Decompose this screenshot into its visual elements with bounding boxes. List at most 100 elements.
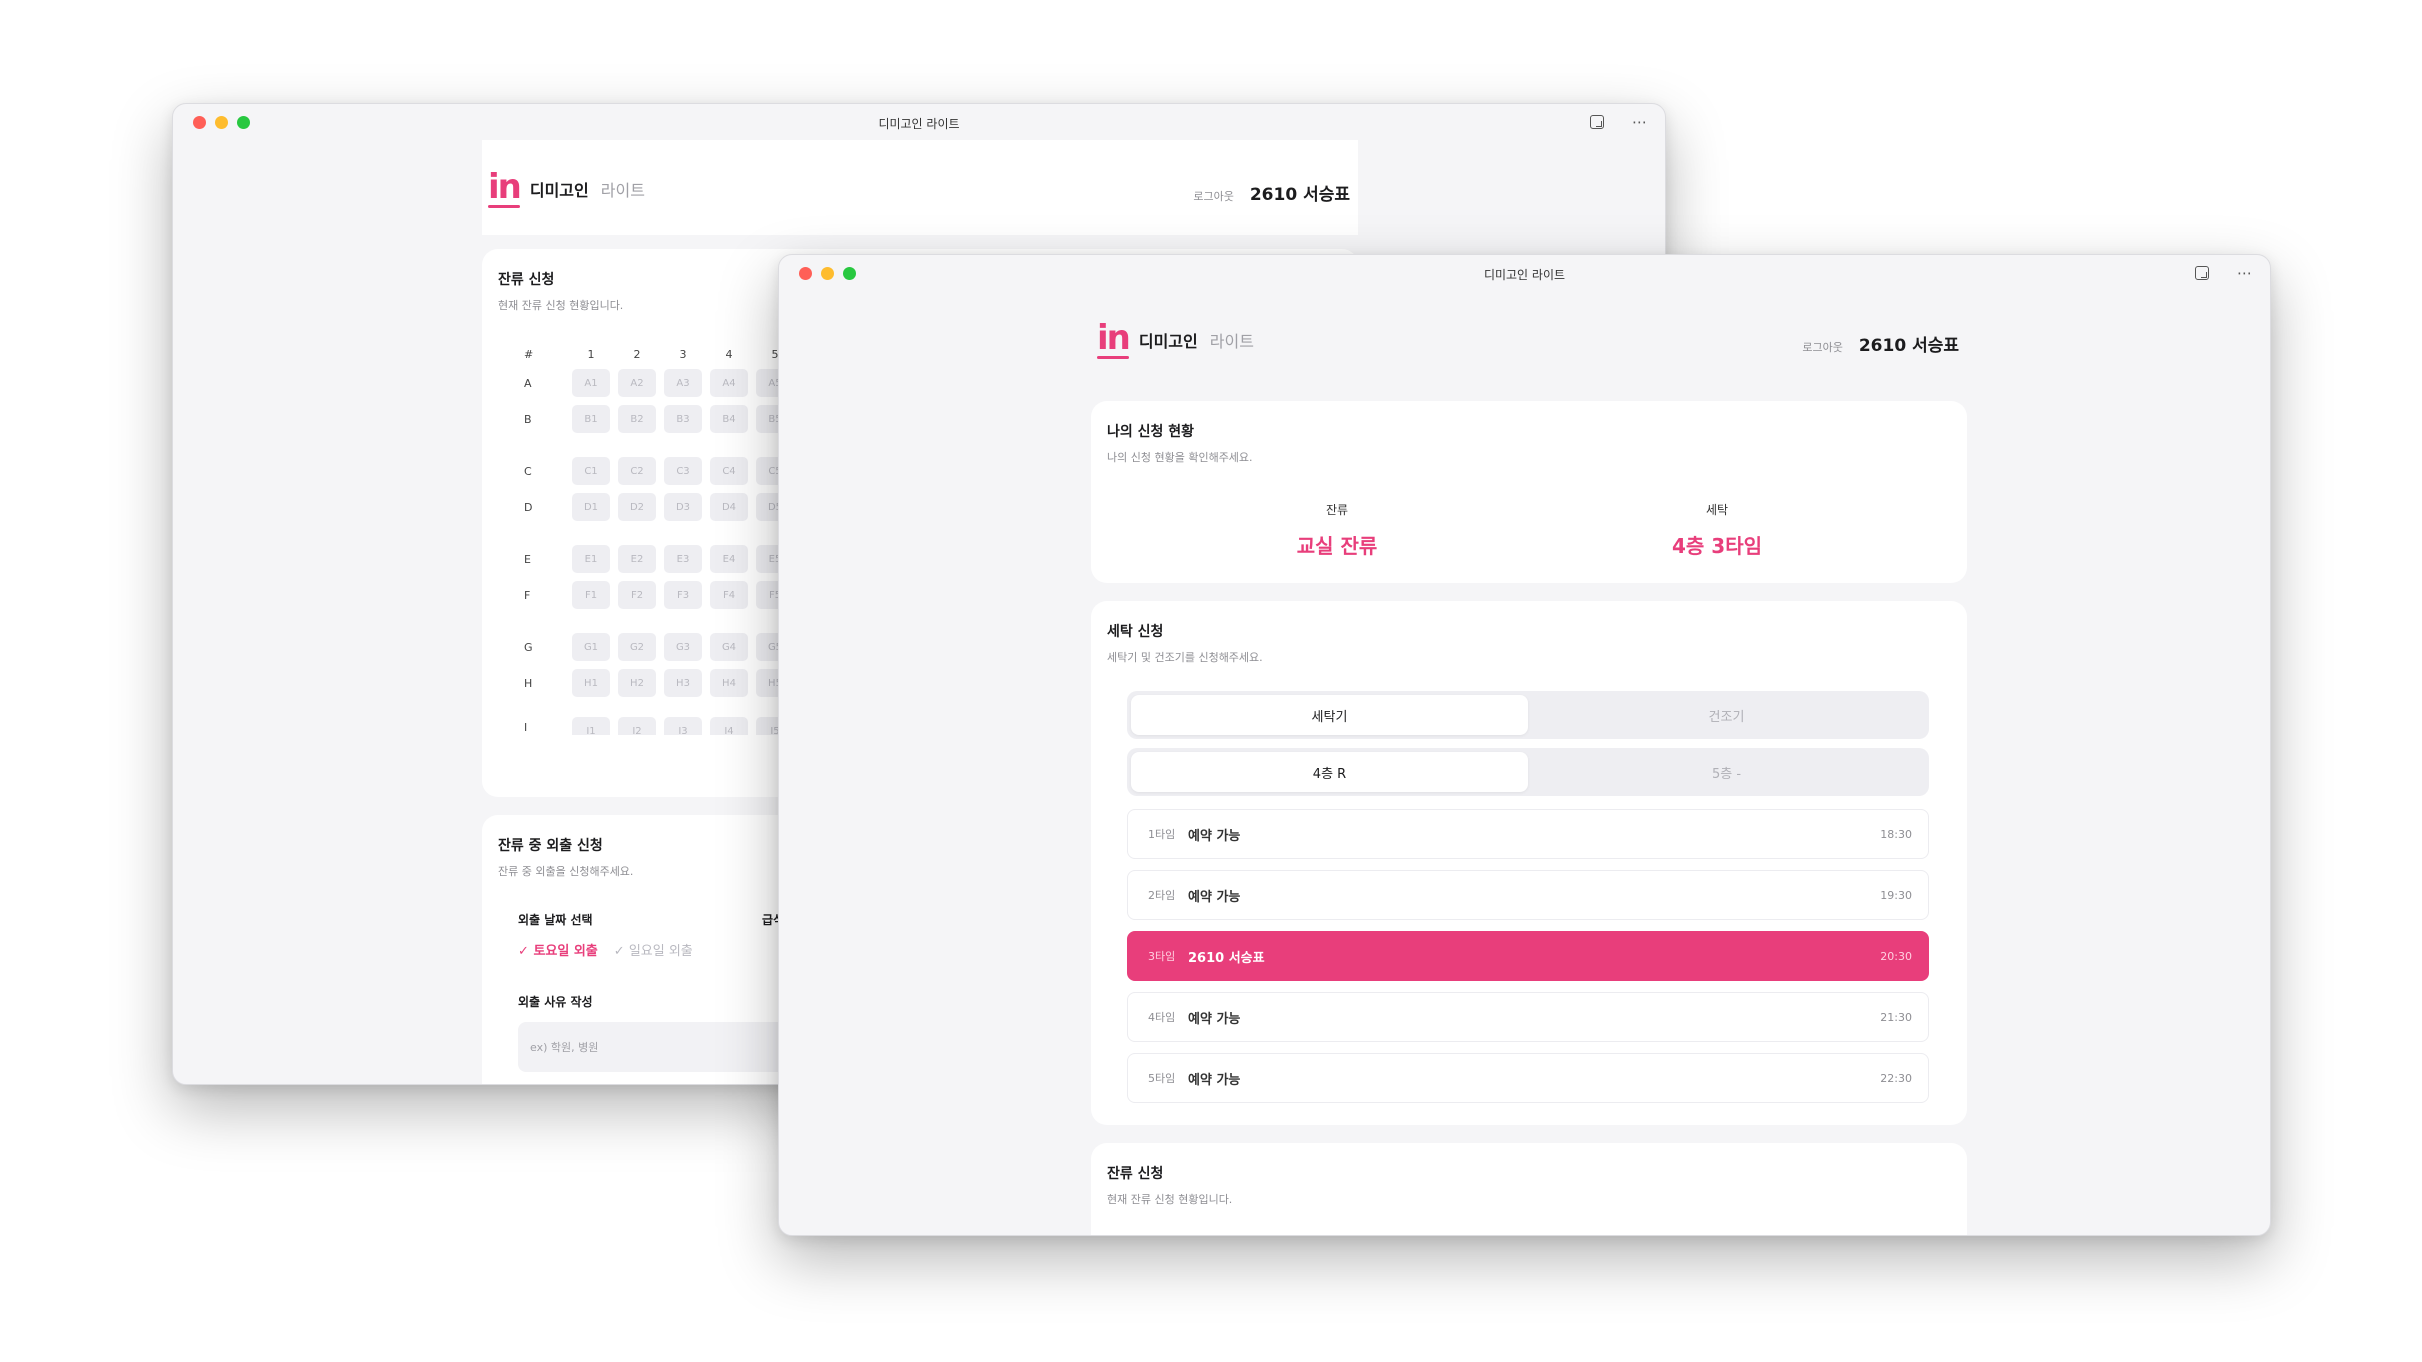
row-label: B [524,412,532,426]
row-label: C [524,464,532,478]
time-slot-selected[interactable]: 3타임 2610 서승표 20:30 [1127,931,1929,981]
card-title: 세탁 신청 [1107,624,1164,640]
seat-cell[interactable]: C2 [618,457,656,485]
seat-cell[interactable]: E1 [572,545,610,573]
column-label: 3 [679,347,687,361]
slot-status: 예약 가능 [1188,1072,1241,1088]
row-label: I [524,721,528,734]
option-label: 토요일 외출 [533,944,598,959]
more-icon[interactable]: ⋯ [2237,264,2252,282]
laundry-card: 세탁 신청 세탁기 및 건조기를 신청해주세요. 세탁기 건조기 4층 R 5층… [1091,601,1967,1125]
app-header: in 디미고인 라이트 로그아웃 2610 서승표 [482,140,1358,235]
slot-status: 2610 서승표 [1188,950,1265,966]
logo[interactable]: in 디미고인 라이트 [488,170,645,208]
seat-cell[interactable]: B3 [664,405,702,433]
seat-cell[interactable]: D4 [710,493,748,521]
slot-time: 21:30 [1880,1010,1912,1024]
logo-name: 디미고인 [529,181,589,200]
seat-cell[interactable]: I1 [572,717,610,735]
slot-number: 1타임 [1148,828,1176,841]
seat-cell[interactable]: A1 [572,369,610,397]
seat-cell[interactable]: B2 [618,405,656,433]
seat-cell[interactable]: F3 [664,581,702,609]
titlebar: 디미고인 라이트 ⋯ [779,255,2270,291]
time-slot[interactable]: 5타임 예약 가능 22:30 [1127,1053,1929,1103]
seat-card: 잔류 신청 현재 잔류 신청 현황입니다. [1091,1143,1967,1235]
seat-cell[interactable]: E4 [710,545,748,573]
seat-cell[interactable]: G3 [664,633,702,661]
stay-value: 교실 잔류 [1296,534,1378,558]
more-icon[interactable]: ⋯ [1632,113,1647,131]
tab-washer[interactable]: 세탁기 [1131,695,1528,735]
seat-cell[interactable]: H4 [710,669,748,697]
seat-cell[interactable]: D1 [572,493,610,521]
time-slot[interactable]: 1타임 예약 가능 18:30 [1127,809,1929,859]
seat-cell[interactable]: H3 [664,669,702,697]
seat-row: G G1 G2 G3 G4 G5 [524,629,802,665]
seat-row: F F1 F2 F3 F4 F5 [524,577,802,613]
seat-grid: # 1 2 3 4 5 A A1 A2 A3 A4 A5 B B1 B2 B3 B4 B5 C C1 C2 C… [524,343,802,735]
reason-section: 외출 사유 작성 ex) 학원, 병원 [518,993,818,1072]
tab-floor-5[interactable]: 5층 - [1528,752,1925,792]
tab-floor-4[interactable]: 4층 R [1131,752,1528,792]
seat-cell[interactable]: I2 [618,717,656,735]
seat-cell[interactable]: E3 [664,545,702,573]
seat-cell[interactable]: C3 [664,457,702,485]
logo[interactable]: in 디미고인 라이트 [1097,318,1254,359]
slot-status: 예약 가능 [1188,828,1241,844]
option-sunday[interactable]: ✓ 일요일 외출 [614,940,693,959]
logo-sub: 라이트 [600,181,645,200]
seat-cell[interactable]: C4 [710,457,748,485]
seat-cell[interactable]: H1 [572,669,610,697]
seat-cell[interactable]: B1 [572,405,610,433]
seat-cell[interactable]: I3 [664,717,702,735]
time-slot[interactable]: 4타임 예약 가능 21:30 [1127,992,1929,1042]
card-desc: 현재 잔류 신청 현황입니다. [1107,1193,1233,1206]
seat-cell[interactable]: D2 [618,493,656,521]
slot-number: 3타임 [1148,950,1176,963]
seat-cell[interactable]: H2 [618,669,656,697]
slot-status: 예약 가능 [1188,1011,1241,1027]
cast-icon[interactable] [1590,115,1604,129]
seat-cell[interactable]: E2 [618,545,656,573]
time-slot[interactable]: 2타임 예약 가능 19:30 [1127,870,1929,920]
seat-cell[interactable]: F2 [618,581,656,609]
seat-cell[interactable]: F1 [572,581,610,609]
seat-cell[interactable]: G4 [710,633,748,661]
cast-icon[interactable] [2195,266,2209,280]
column-label: 1 [587,347,595,361]
slot-time: 22:30 [1880,1071,1912,1085]
seat-cell[interactable]: D3 [664,493,702,521]
laundry-value: 4층 3타임 [1672,534,1762,558]
option-saturday[interactable]: ✓ 토요일 외출 [518,940,598,959]
seat-grid-header: # 1 2 3 4 5 [524,343,802,365]
logout-button[interactable]: 로그아웃 [1802,339,1842,355]
row-label: D [524,500,533,514]
tab-dryer[interactable]: 건조기 [1528,695,1925,735]
machine-type-tabs: 세탁기 건조기 [1127,691,1929,739]
seat-cell[interactable]: G2 [618,633,656,661]
seat-cell[interactable]: G1 [572,633,610,661]
seat-cell[interactable]: C1 [572,457,610,485]
seat-cell[interactable]: B4 [710,405,748,433]
titlebar: 디미고인 라이트 ⋯ [173,104,1665,140]
option-label: 일요일 외출 [628,944,693,959]
seat-cell[interactable]: A2 [618,369,656,397]
slot-time: 19:30 [1880,888,1912,902]
seat-cell[interactable]: F4 [710,581,748,609]
card-desc: 나의 신청 현황을 확인해주세요. [1107,451,1253,464]
check-icon: ✓ [518,944,529,959]
seat-row: B B1 B2 B3 B4 B5 [524,401,802,437]
window-title: 디미고인 라이트 [878,117,960,131]
seat-cell[interactable]: A3 [664,369,702,397]
logo-mark-icon: in [1097,318,1131,359]
seat-cell[interactable]: A4 [710,369,748,397]
stay-label: 잔류 [1325,503,1349,517]
seat-cell[interactable]: I4 [710,717,748,735]
date-label: 외출 날짜 선택 [518,913,593,927]
reason-input[interactable]: ex) 학원, 병원 [518,1022,818,1072]
logo-sub: 라이트 [1209,332,1254,351]
logout-button[interactable]: 로그아웃 [1193,188,1233,204]
seat-row: E E1 E2 E3 E4 E5 [524,541,802,577]
reason-label: 외출 사유 작성 [518,995,593,1009]
